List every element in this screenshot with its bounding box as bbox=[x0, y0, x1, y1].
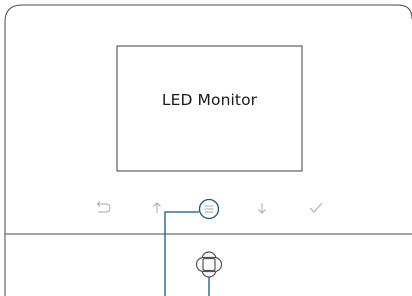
checkmark-icon bbox=[309, 202, 323, 213]
up-arrow-icon bbox=[153, 202, 161, 213]
down-arrow-icon bbox=[258, 203, 266, 214]
joystick-icon bbox=[195, 251, 223, 278]
menu-button[interactable] bbox=[198, 198, 220, 220]
up-button[interactable] bbox=[153, 202, 161, 213]
confirm-button[interactable] bbox=[309, 202, 323, 213]
menu-callout-line bbox=[164, 211, 199, 296]
down-button[interactable] bbox=[258, 203, 266, 214]
monitor-diagram bbox=[4, 4, 412, 296]
back-button[interactable] bbox=[96, 201, 111, 213]
return-arrow-icon bbox=[96, 201, 111, 213]
screen-label: LED Monitor bbox=[161, 91, 258, 109]
